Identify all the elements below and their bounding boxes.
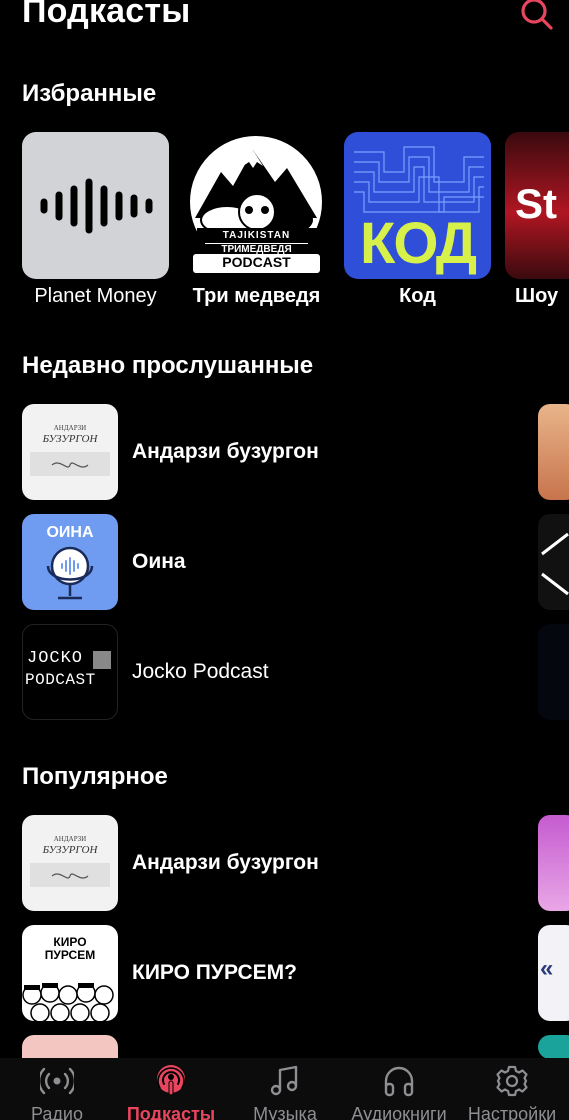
tab-music[interactable]: Музыка <box>228 1064 342 1120</box>
popular-item-partial[interactable] <box>22 1035 542 1059</box>
jocko-artwork: JOCKO PODCAST <box>22 624 118 720</box>
headphones-icon <box>384 1066 414 1097</box>
art-text: БУЗУРГОН <box>42 433 98 445</box>
popular-title: Популярное <box>22 763 168 790</box>
popular-label: Андарзи бузургон <box>132 851 319 874</box>
recent-label: Jocko Podcast <box>132 660 269 683</box>
tab-bar: Радио Подкасты Музыка Аудиокниги Настрой… <box>0 1058 569 1120</box>
popular-next-column-artwork[interactable] <box>538 815 569 911</box>
favorite-item-shou[interactable]: St Шоу <box>505 132 569 308</box>
art-text: TAJIKISTAN <box>222 230 291 241</box>
tab-label: Музыка <box>253 1104 317 1120</box>
microphone-icon <box>46 546 94 600</box>
tab-podcasts[interactable]: Подкасты <box>114 1064 228 1120</box>
art-text: ОИНА <box>46 524 94 541</box>
favorite-label: Три медведя <box>192 285 321 307</box>
tab-label: Аудиокниги <box>351 1104 447 1120</box>
favorite-item-kod[interactable]: КОД Код <box>344 132 491 308</box>
tab-settings[interactable]: Настройки <box>455 1064 569 1120</box>
popular-next-column-artwork[interactable]: « <box>538 925 569 1021</box>
recent-title: Недавно прослушанные <box>22 352 314 379</box>
tab-radio[interactable]: Радио <box>0 1064 114 1120</box>
tab-label: Подкасты <box>126 1104 216 1120</box>
tri-medvedya-artwork: TAJIKISTAN ТРИМЕДВЕДЯ PODCAST <box>183 132 330 279</box>
favorite-label: Шоу <box>515 285 559 307</box>
popular-item-andarzi[interactable]: АНДАРЗИ БУЗУРГОН Андарзи бузургон <box>22 815 542 911</box>
podcast-icon <box>157 1065 185 1096</box>
art-text: БУЗУРГОН <box>42 844 98 856</box>
art-text: ПУРСЕМ <box>44 948 96 962</box>
shou-artwork: St <box>505 132 569 279</box>
tab-label: Радио <box>31 1104 83 1120</box>
andarzi-artwork: АНДАРЗИ БУЗУРГОН <box>22 404 118 500</box>
favorite-item-planet-money[interactable]: Planet Money <box>22 132 169 308</box>
tab-label: Настройки <box>467 1104 557 1120</box>
recent-next-column-artwork[interactable] <box>538 404 569 500</box>
art-text: КОД <box>359 211 477 276</box>
gear-icon <box>496 1065 528 1097</box>
waveform-icon <box>40 178 153 234</box>
favorite-label: Planet Money <box>34 285 157 307</box>
art-text: JOCKO <box>27 649 84 668</box>
popular-label: КИРО ПУРСЕМ? <box>132 961 297 984</box>
favorite-item-tri-medvedya[interactable]: TAJIKISTAN ТРИМЕДВЕДЯ PODCAST Три медвед… <box>183 132 330 308</box>
recent-item-oina[interactable]: ОИНА Оина <box>22 514 542 610</box>
oina-artwork: ОИНА <box>22 514 118 610</box>
recent-label: Андарзи бузургон <box>132 440 319 463</box>
favorites-title: Избранные <box>22 80 157 107</box>
partial-artwork <box>22 1035 118 1059</box>
recent-next-column-artwork[interactable] <box>538 514 569 610</box>
art-text: St <box>515 180 557 227</box>
planet-money-artwork <box>22 132 169 279</box>
andarzi-artwork: АНДАРЗИ БУЗУРГОН <box>22 815 118 911</box>
tab-audiobooks[interactable]: Аудиокниги <box>342 1064 456 1120</box>
art-text: КИРО <box>53 935 87 949</box>
recent-item-jocko[interactable]: JOCKO PODCAST Jocko Podcast <box>22 624 542 720</box>
art-text: АНДАРЗИ <box>53 835 87 843</box>
page-title: Подкасты <box>22 0 191 30</box>
radio-icon <box>40 1067 74 1095</box>
favorite-label: Код <box>399 285 436 307</box>
favorites-carousel[interactable]: Planet Money TAJIKISTAN ТРИМЕДВЕДЯ PODCA… <box>22 132 569 317</box>
art-text: АНДАРЗИ <box>53 424 87 432</box>
art-text: PODCAST <box>25 671 96 689</box>
recent-next-column-artwork[interactable] <box>538 624 569 720</box>
art-text: PODCAST <box>193 254 320 273</box>
popular-next-column-artwork[interactable] <box>538 1035 569 1059</box>
popular-item-kiro-pursem[interactable]: КИРО ПУРСЕМ КИРО ПУРСЕМ? <box>22 925 542 1021</box>
kiro-pursem-artwork: КИРО ПУРСЕМ <box>22 925 118 1021</box>
search-icon[interactable] <box>519 0 555 32</box>
recent-item-andarzi[interactable]: АНДАРЗИ БУЗУРГОН Андарзи бузургон <box>22 404 542 500</box>
music-icon <box>270 1065 298 1096</box>
kod-artwork: КОД <box>344 132 491 279</box>
recent-label: Оина <box>132 550 186 573</box>
